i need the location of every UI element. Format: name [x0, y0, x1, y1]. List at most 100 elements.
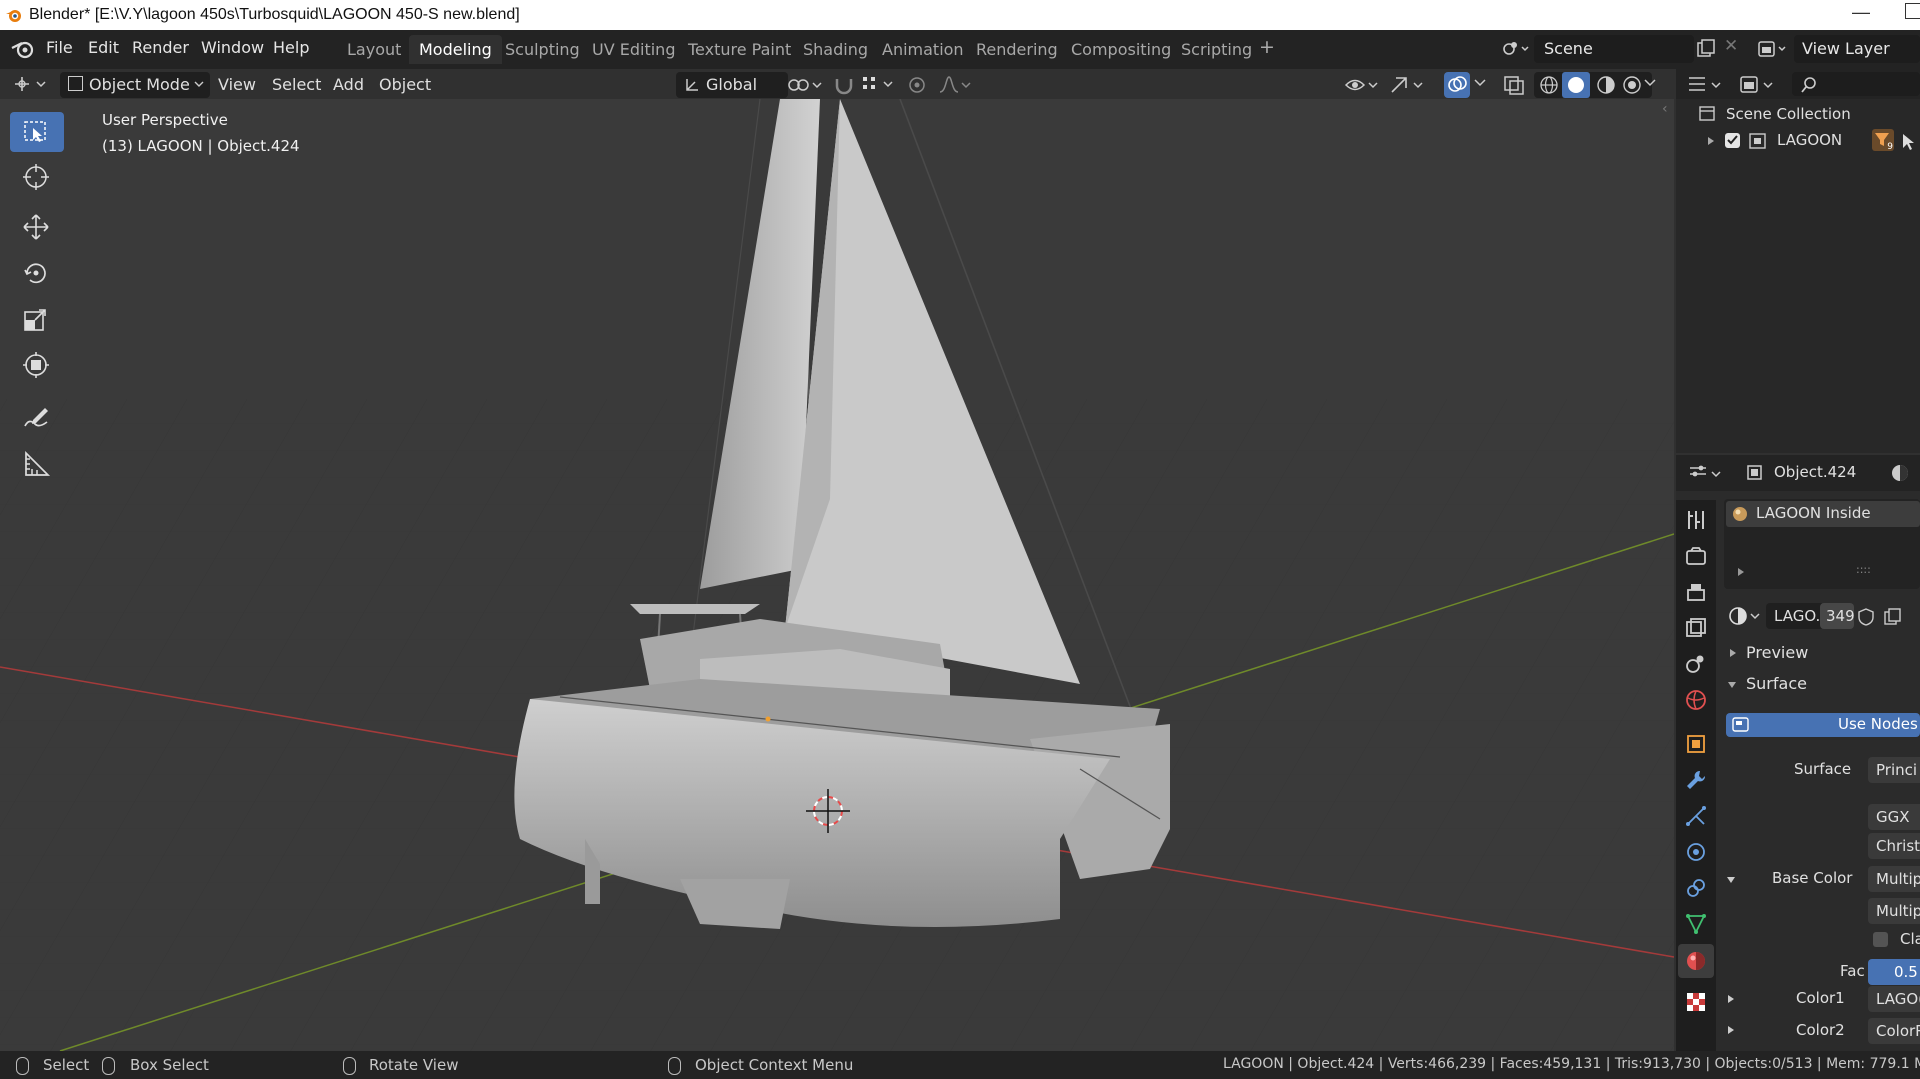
- color1-field[interactable]: LAGO(: [1868, 986, 1920, 1012]
- tab-shading[interactable]: Shading: [793, 35, 878, 64]
- view-layer-field[interactable]: View Layer: [1794, 35, 1920, 63]
- tool-settings-icon[interactable]: [1684, 508, 1708, 532]
- outliner-search-input[interactable]: [1792, 72, 1920, 96]
- falloff-icon[interactable]: [938, 74, 974, 96]
- constraints-icon[interactable]: [1684, 876, 1708, 900]
- sidebar-toggle-icon[interactable]: ‹: [1662, 101, 1668, 117]
- snap-target-icon[interactable]: [860, 74, 900, 96]
- display-mode-icon[interactable]: [1738, 74, 1778, 96]
- tab-animation[interactable]: Animation: [872, 35, 974, 64]
- editor-type-icon[interactable]: [12, 75, 52, 95]
- delete-scene-icon[interactable]: ✕: [1724, 36, 1738, 56]
- tab-sculpting[interactable]: Sculpting: [495, 35, 590, 64]
- surface-shader-field[interactable]: Princi: [1868, 757, 1920, 783]
- snap-magnet-icon[interactable]: [832, 74, 856, 96]
- menu-window[interactable]: Window: [201, 38, 264, 57]
- material-properties-tab[interactable]: [1678, 944, 1714, 978]
- duplicate-material-icon[interactable]: [1882, 607, 1904, 627]
- subsurface-method-dropdown[interactable]: Christe: [1868, 833, 1920, 859]
- modifier-wrench-icon[interactable]: [1684, 768, 1708, 792]
- material-name-field[interactable]: LAGO...: [1766, 603, 1824, 629]
- use-nodes-button[interactable]: Use Nodes: [1726, 713, 1920, 737]
- fac-slider[interactable]: 0.5: [1868, 959, 1920, 985]
- viewport-menu-view[interactable]: View: [218, 72, 256, 98]
- xray-toggle-icon[interactable]: [1502, 74, 1526, 96]
- annotate-tool[interactable]: [10, 396, 64, 436]
- menu-help[interactable]: Help: [273, 38, 309, 57]
- proportional-editing-icon[interactable]: [906, 74, 928, 96]
- scale-tool[interactable]: [10, 298, 64, 338]
- view-layer-icon[interactable]: [1756, 38, 1790, 60]
- view-layer-properties-icon[interactable]: [1684, 616, 1708, 640]
- add-workspace-button[interactable]: +: [1259, 36, 1275, 58]
- object-mode-dropdown[interactable]: Object Mode: [60, 72, 210, 98]
- particles-icon[interactable]: [1684, 804, 1708, 828]
- material-slot-item[interactable]: LAGOON Inside: [1726, 501, 1920, 527]
- pin-icon[interactable]: [1890, 463, 1910, 483]
- physics-icon[interactable]: [1684, 840, 1708, 864]
- 3d-viewport[interactable]: User Perspective (13) LAGOON | Object.42…: [0, 99, 1674, 1051]
- viewport-menu-add[interactable]: Add: [333, 72, 364, 98]
- select-arrow-icon[interactable]: [1900, 132, 1918, 150]
- rendered-shading-icon[interactable]: [1622, 75, 1642, 95]
- material-preview-icon[interactable]: [1596, 75, 1616, 95]
- texture-properties-icon[interactable]: [1684, 990, 1708, 1014]
- minimize-button[interactable]: —: [1852, 2, 1870, 23]
- transform-tool[interactable]: [10, 344, 64, 384]
- color2-expand-icon[interactable]: [1726, 1025, 1736, 1035]
- expand-arrow-icon[interactable]: [1706, 136, 1716, 146]
- menu-file[interactable]: File: [46, 38, 73, 57]
- surface-panel-header[interactable]: Surface: [1720, 672, 1920, 696]
- tab-scripting[interactable]: Scripting: [1171, 35, 1262, 64]
- move-tool[interactable]: [10, 206, 64, 246]
- scene-properties-icon[interactable]: [1684, 652, 1708, 676]
- menu-edit[interactable]: Edit: [88, 38, 119, 57]
- menu-render[interactable]: Render: [132, 38, 189, 57]
- scene-name-field[interactable]: Scene: [1534, 35, 1694, 63]
- tab-rendering[interactable]: Rendering: [966, 35, 1068, 64]
- distribution-dropdown[interactable]: GGX: [1868, 804, 1920, 830]
- viewport-menu-object[interactable]: Object: [379, 72, 431, 98]
- blender-menu-icon[interactable]: [11, 38, 35, 60]
- tab-layout[interactable]: Layout: [337, 35, 411, 64]
- object-filter-badge[interactable]: 9: [1872, 129, 1894, 152]
- rotate-tool[interactable]: [10, 252, 64, 292]
- fake-user-shield-icon[interactable]: [1856, 607, 1876, 627]
- properties-editor-type-icon[interactable]: [1688, 463, 1728, 485]
- tab-uv-editing[interactable]: UV Editing: [582, 35, 685, 64]
- new-scene-icon[interactable]: [1695, 38, 1717, 60]
- pivot-point-icon[interactable]: [786, 74, 826, 96]
- object-data-icon[interactable]: [1684, 912, 1708, 936]
- solid-shading-button[interactable]: [1562, 72, 1590, 98]
- viewport-menu-select[interactable]: Select: [272, 72, 321, 98]
- world-properties-icon[interactable]: [1684, 688, 1708, 712]
- select-box-tool[interactable]: [10, 112, 64, 152]
- gizmo-icon[interactable]: [1388, 74, 1428, 96]
- overlays-dropdown-icon[interactable]: [1474, 79, 1486, 89]
- cursor-tool[interactable]: [10, 156, 64, 196]
- blend-type-dropdown[interactable]: Multip: [1868, 898, 1920, 924]
- preview-panel-header[interactable]: Preview: [1720, 641, 1920, 665]
- tab-compositing[interactable]: Compositing: [1061, 35, 1181, 64]
- color2-field[interactable]: ColorR: [1868, 1018, 1920, 1044]
- object-properties-icon[interactable]: [1684, 732, 1708, 756]
- resize-handle[interactable]: ::::: [1856, 563, 1871, 576]
- render-properties-icon[interactable]: [1684, 544, 1708, 568]
- wireframe-shading-icon[interactable]: [1539, 75, 1559, 95]
- maximize-button[interactable]: [1905, 3, 1920, 19]
- material-user-count[interactable]: 349: [1820, 603, 1854, 629]
- material-browse-icon[interactable]: [1728, 605, 1764, 627]
- color1-expand-icon[interactable]: [1726, 994, 1736, 1004]
- clamp-checkbox[interactable]: [1872, 931, 1890, 949]
- overlays-toggle[interactable]: [1444, 72, 1470, 98]
- transform-orientation-dropdown[interactable]: Global: [676, 72, 788, 98]
- list-expand-icon[interactable]: [1736, 567, 1746, 577]
- scene-browse-icon[interactable]: [1500, 38, 1530, 60]
- tab-modeling[interactable]: Modeling: [409, 35, 502, 64]
- base-color-expand-icon[interactable]: [1726, 875, 1736, 885]
- exclude-checkbox[interactable]: [1724, 132, 1742, 150]
- outliner-editor-type-icon[interactable]: [1686, 74, 1726, 96]
- shading-dropdown-icon[interactable]: [1644, 79, 1656, 89]
- output-properties-icon[interactable]: [1684, 580, 1708, 604]
- base-color-field[interactable]: Multip: [1868, 866, 1920, 892]
